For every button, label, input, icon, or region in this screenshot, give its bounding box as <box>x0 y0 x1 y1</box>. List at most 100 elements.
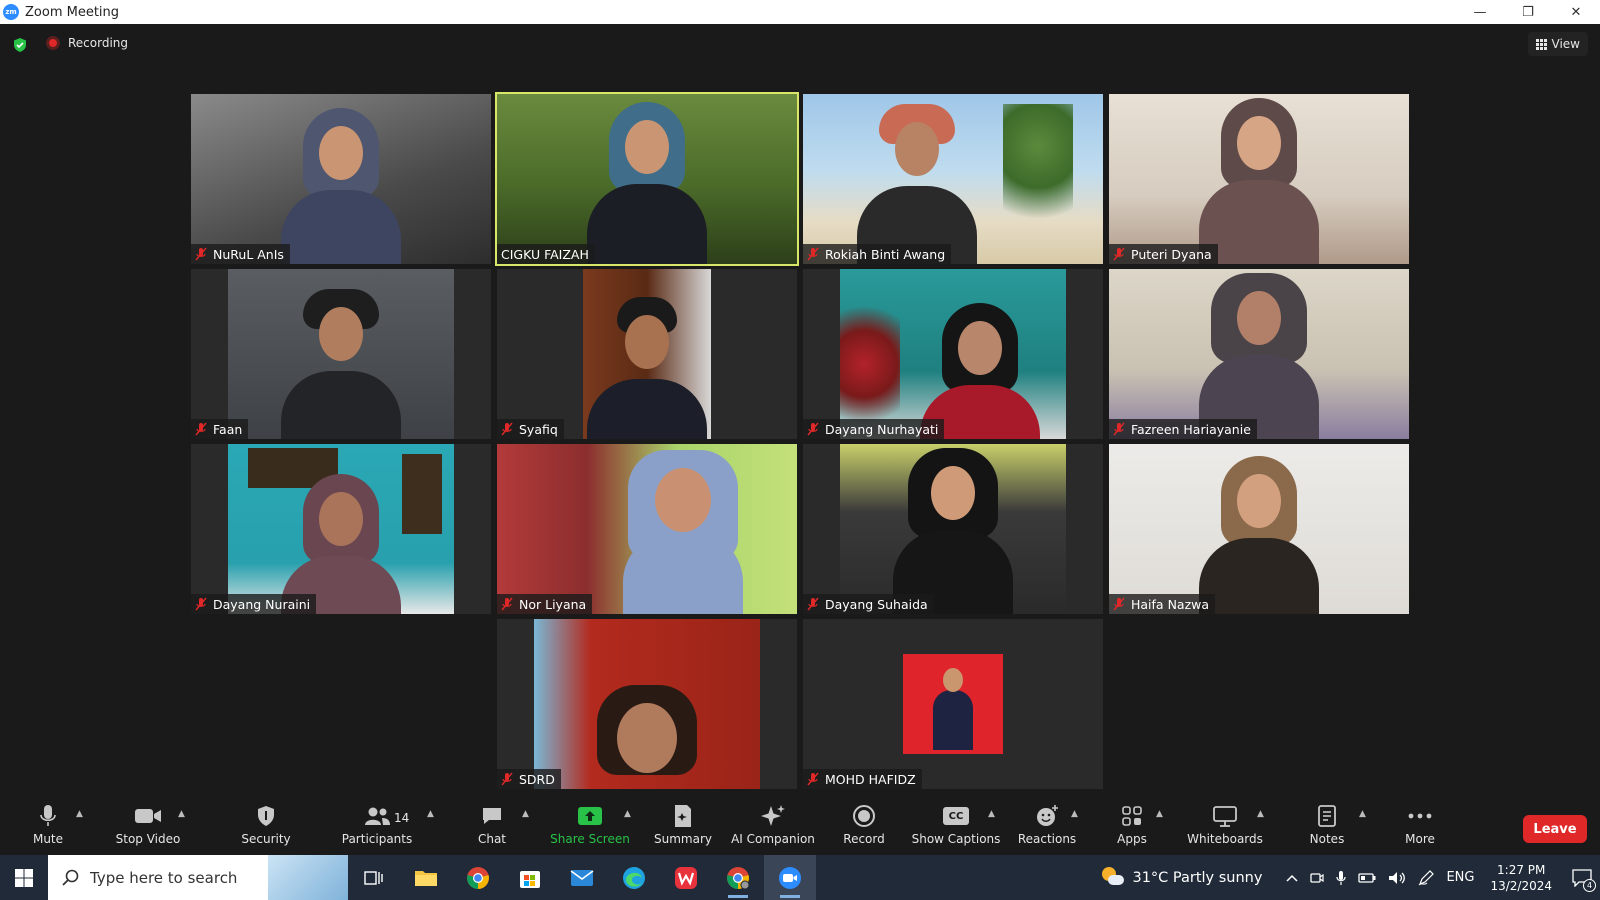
view-button[interactable]: View <box>1527 32 1588 56</box>
wps-office-icon <box>675 866 697 889</box>
notes-button[interactable]: Notes <box>1305 803 1349 853</box>
mic-muted-icon <box>195 247 207 261</box>
windows-taskbar: Type here to search 31°C Partly sunny EN… <box>0 855 1600 900</box>
video-tile[interactable]: SDRD <box>497 619 797 789</box>
encryption-shield-icon[interactable] <box>12 37 28 53</box>
video-tile[interactable]: Fazreen Hariayanie <box>1109 269 1409 439</box>
mute-options-caret[interactable]: ▲ <box>76 809 83 819</box>
video-tile[interactable]: MOHD HAFIDZ <box>803 619 1103 789</box>
task-view-button[interactable] <box>348 855 400 900</box>
minimize-button[interactable]: — <box>1456 0 1504 24</box>
participant-name-tag: Fazreen Hariayanie <box>1109 419 1257 439</box>
stop-video-button[interactable]: Stop Video <box>110 803 186 853</box>
task-view-icon <box>364 870 383 885</box>
tray-webcam[interactable] <box>1310 871 1325 885</box>
whiteboards-button[interactable]: Whiteboards <box>1184 803 1266 853</box>
participant-name: Fazreen Hariayanie <box>1131 421 1251 437</box>
participant-video <box>191 94 491 264</box>
video-tile[interactable]: NuRuL AnIs <box>191 94 491 264</box>
tray-microphone[interactable] <box>1336 870 1347 886</box>
ai-companion-button[interactable]: AI Companion <box>730 803 816 853</box>
participant-name: Nor Liyana <box>519 596 587 612</box>
action-center-button[interactable]: 4 <box>1564 855 1600 900</box>
summary-document-icon <box>675 805 691 827</box>
window-title: Zoom Meeting <box>25 4 120 20</box>
share-screen-icon <box>578 807 602 825</box>
tray-volume[interactable] <box>1388 871 1406 885</box>
mic-muted-icon <box>1113 422 1125 436</box>
security-button[interactable]: Security <box>236 803 296 853</box>
summary-button[interactable]: Summary <box>652 803 714 853</box>
apps-button[interactable]: Apps <box>1112 803 1152 853</box>
tray-pen[interactable] <box>1418 869 1435 886</box>
record-label: Record <box>843 832 885 846</box>
participants-options-caret[interactable]: ▲ <box>427 809 434 819</box>
notes-options-caret[interactable]: ▲ <box>1359 809 1366 819</box>
close-button[interactable]: ✕ <box>1552 0 1600 24</box>
clock-time: 1:27 PM <box>1497 862 1546 877</box>
whiteboards-options-caret[interactable]: ▲ <box>1257 809 1264 819</box>
chat-bubble-icon <box>483 808 501 824</box>
video-tile[interactable]: Puteri Dyana <box>1109 94 1409 264</box>
more-button[interactable]: More <box>1398 803 1442 853</box>
recording-indicator[interactable]: Recording <box>46 36 128 50</box>
mic-muted-icon <box>501 597 513 611</box>
show-captions-label: Show Captions <box>911 832 1001 846</box>
video-camera-icon <box>135 809 161 823</box>
leave-meeting-button[interactable]: Leave <box>1523 815 1587 843</box>
participant-name: Syafiq <box>519 421 558 437</box>
show-hidden-icons-button[interactable] <box>1286 874 1298 882</box>
taskbar-clock[interactable]: 1:27 PM 13/2/2024 <box>1490 862 1552 894</box>
video-tile[interactable]: Dayang Nurhayati <box>803 269 1103 439</box>
video-tile-active-speaker[interactable]: CIGKU FAIZAH <box>495 92 799 266</box>
video-tile[interactable]: Dayang Nuraini <box>191 444 491 614</box>
video-tile[interactable]: Syafiq <box>497 269 797 439</box>
video-tile[interactable]: Faan <box>191 269 491 439</box>
chat-button[interactable]: Chat <box>472 803 512 853</box>
video-tile[interactable]: Rokiah Binti Awang <box>803 94 1103 264</box>
reactions-button[interactable]: Reactions <box>1016 803 1078 853</box>
mic-muted-icon <box>501 422 513 436</box>
participant-name: CIGKU FAIZAH <box>501 246 589 262</box>
mic-muted-icon <box>807 597 819 611</box>
participant-name-tag: Syafiq <box>497 419 564 439</box>
video-tile[interactable]: Haifa Nazwa <box>1109 444 1409 614</box>
taskbar-wps-office[interactable] <box>660 855 712 900</box>
participant-video <box>497 444 797 614</box>
input-language[interactable]: ENG <box>1446 870 1474 885</box>
grid-view-icon <box>1535 38 1547 50</box>
video-tile[interactable]: Nor Liyana <box>497 444 797 614</box>
more-dots-icon <box>1408 813 1432 819</box>
participant-name: NuRuL AnIs <box>213 246 284 262</box>
apps-options-caret[interactable]: ▲ <box>1156 809 1163 819</box>
chat-label: Chat <box>477 832 507 846</box>
taskbar-search-box[interactable]: Type here to search <box>48 855 348 900</box>
chat-options-caret[interactable]: ▲ <box>522 809 529 819</box>
start-button[interactable] <box>0 855 48 900</box>
profile-picture <box>903 654 1003 754</box>
record-button[interactable]: Record <box>842 803 886 853</box>
taskbar-file-explorer[interactable] <box>400 855 452 900</box>
participant-name: Rokiah Binti Awang <box>825 246 946 262</box>
restore-button[interactable]: ❐ <box>1504 0 1552 24</box>
mute-label: Mute <box>32 832 64 846</box>
share-screen-button[interactable]: Share Screen <box>550 803 630 853</box>
speaker-icon <box>1389 871 1406 884</box>
taskbar-mail[interactable] <box>556 855 608 900</box>
weather-widget[interactable]: 31°C Partly sunny <box>1102 866 1262 889</box>
taskbar-edge[interactable] <box>608 855 660 900</box>
reactions-options-caret[interactable]: ▲ <box>1071 809 1078 819</box>
captions-options-caret[interactable]: ▲ <box>988 809 995 819</box>
taskbar-microsoft-store[interactable] <box>504 855 556 900</box>
mute-button[interactable]: Mute <box>28 803 68 853</box>
taskbar-chrome[interactable] <box>452 855 504 900</box>
video-options-caret[interactable]: ▲ <box>178 809 185 819</box>
taskbar-zoom[interactable] <box>764 855 816 900</box>
windows-logo-icon <box>15 868 33 887</box>
tray-battery[interactable] <box>1358 872 1376 884</box>
video-tile[interactable]: Dayang Suhaida <box>803 444 1103 614</box>
share-options-caret[interactable]: ▲ <box>624 809 631 819</box>
mic-muted-icon <box>195 422 207 436</box>
taskbar-chrome-profile[interactable] <box>712 855 764 900</box>
participant-name-tag: Dayang Nurhayati <box>803 419 945 439</box>
